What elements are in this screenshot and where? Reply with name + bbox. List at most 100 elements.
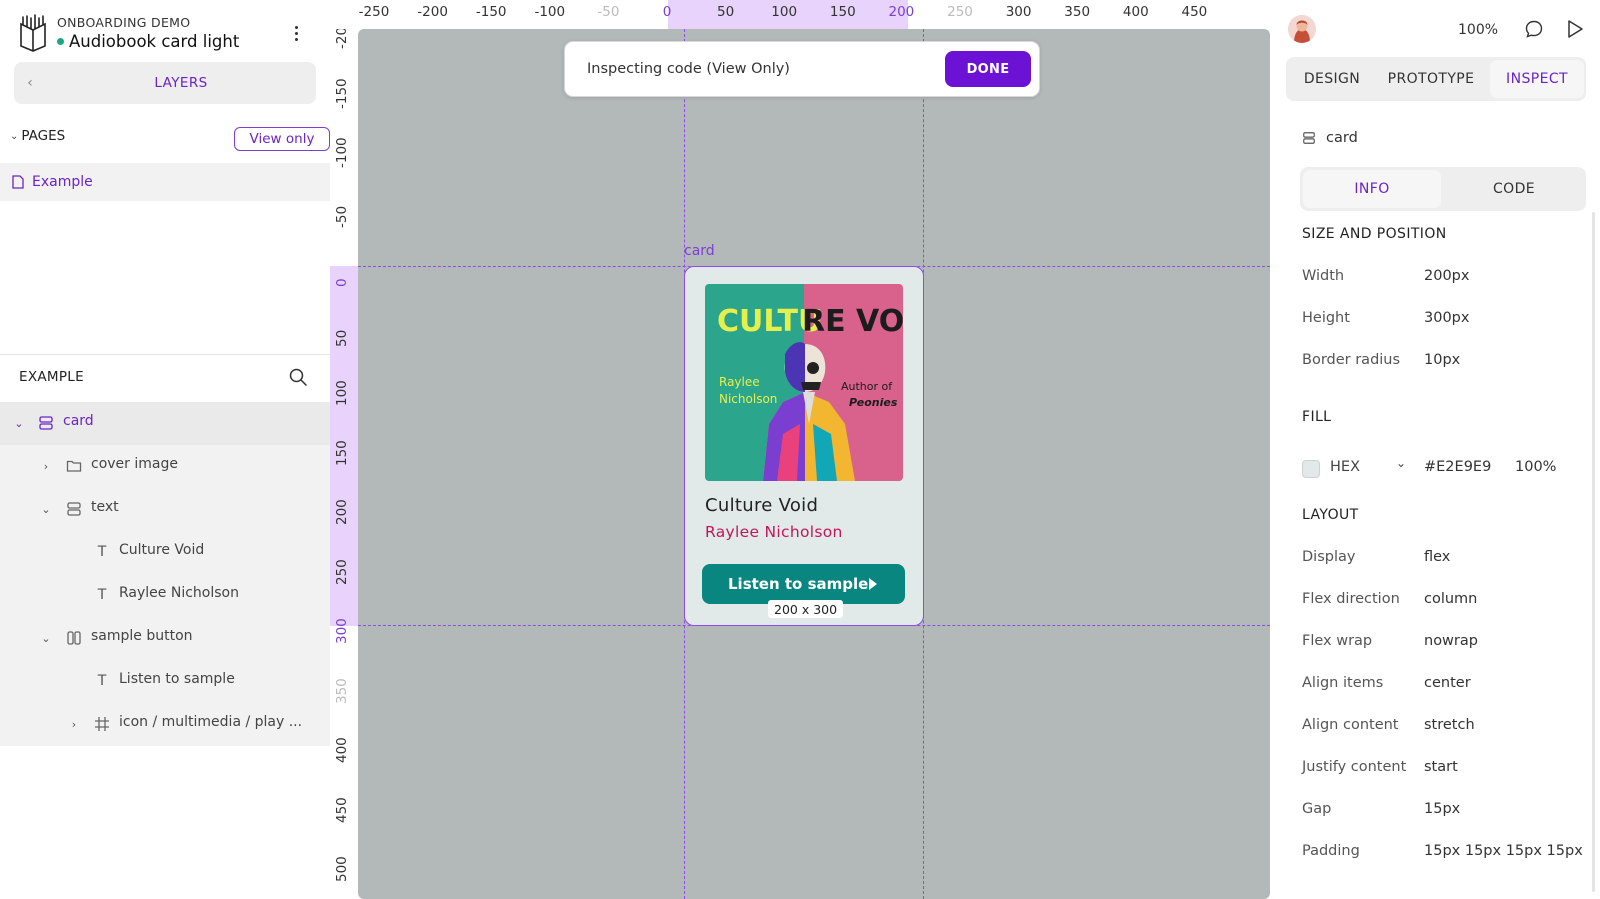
prop-flex-wrap: Flex wrap nowrap <box>1302 633 1592 653</box>
prop-key: Align items <box>1302 675 1384 691</box>
page-item-example[interactable]: Example <box>0 163 330 201</box>
cover-note-a: Author of <box>841 380 893 393</box>
text-icon: T <box>97 587 107 603</box>
layer-row-sample-button[interactable]: ⌄ sample button <box>0 617 330 660</box>
chevron-down-icon: ⌄ <box>10 130 19 142</box>
prop-value: start <box>1424 759 1458 775</box>
layers-bar: ‹ LAYERS <box>14 62 316 104</box>
play-icon[interactable] <box>1566 19 1584 39</box>
layer-row-listen-to-sample[interactable]: T Listen to sample <box>0 660 330 703</box>
chevron-down-icon[interactable]: ⌄ <box>40 632 52 645</box>
ruler-label: -100 <box>534 4 566 20</box>
size-tag: 200 x 300 <box>768 600 844 618</box>
prop-key: Width <box>1302 268 1345 284</box>
text-icon: T <box>97 544 107 560</box>
board-icon <box>1303 132 1315 144</box>
tab-design[interactable]: DESIGN <box>1288 60 1376 98</box>
layer-row-label: cover image <box>91 456 178 472</box>
ruler-label: -100 <box>334 137 350 168</box>
board-icon <box>39 416 53 430</box>
tab-code[interactable]: CODE <box>1445 170 1583 208</box>
main-tabs: DESIGN PROTOTYPE INSPECT <box>1286 57 1586 101</box>
layer-row-label: Listen to sample <box>119 671 235 687</box>
prop-display: Display flex <box>1302 549 1592 569</box>
project-icon <box>20 14 46 52</box>
prop-value: 15px 15px 15px 15px <box>1424 843 1583 859</box>
chevron-right-icon[interactable]: › <box>40 460 52 473</box>
cover-author-b: Nicholson <box>719 392 777 406</box>
chevron-down-icon[interactable]: ⌄ <box>40 503 52 516</box>
layer-row-play-icon[interactable]: › icon / multimedia / play ... <box>0 703 330 746</box>
audiobook-card[interactable]: CULTU RE VOID Raylee Nicholson Author of… <box>684 266 924 626</box>
comment-icon[interactable] <box>1524 19 1544 39</box>
prop-key: Flex wrap <box>1302 633 1373 649</box>
ruler-label: 100 <box>771 4 798 20</box>
listen-to-sample-button[interactable]: Listen to sample <box>702 564 905 604</box>
card-title: Culture Void <box>705 495 819 516</box>
horizontal-ruler: -250 -200 -150 -100 -50 0 50 100 150 200 250 300 350… <box>330 0 1270 29</box>
tab-info[interactable]: INFO <box>1303 170 1441 208</box>
prop-align-content: Align content stretch <box>1302 717 1592 737</box>
pages-toggle[interactable]: ⌄ PAGES <box>10 128 65 144</box>
ruler-label: -200 <box>417 4 448 20</box>
chevron-down-icon[interactable]: ⌄ <box>13 417 25 430</box>
divider <box>0 354 330 355</box>
fill-hex: #E2E9E9 <box>1424 459 1492 475</box>
layer-row-label: Culture Void <box>119 542 205 558</box>
search-icon[interactable] <box>288 367 308 387</box>
layer-row-culture-void[interactable]: T Culture Void <box>0 531 330 574</box>
zoom-level[interactable]: 100% <box>1458 22 1498 38</box>
ruler-label: -150 <box>334 77 350 109</box>
prop-border-radius: Border radius 10px <box>1302 352 1592 372</box>
tab-inspect[interactable]: INSPECT <box>1490 60 1584 98</box>
cover-image: CULTU RE VOID Raylee Nicholson Author of… <box>705 284 903 481</box>
status-dot <box>57 38 64 45</box>
frame-icon <box>95 717 109 731</box>
ruler-label: 50 <box>334 329 350 347</box>
prop-value: column <box>1424 591 1478 607</box>
layer-row-label: text <box>91 499 119 515</box>
chevron-right-icon[interactable]: › <box>68 718 80 731</box>
ruler-label: 400 <box>1122 4 1149 20</box>
project-title: Audiobook card light <box>57 32 239 51</box>
back-arrow-icon[interactable]: ‹ <box>14 62 46 104</box>
layout-title: LAYOUT <box>1302 507 1359 523</box>
layer-row-label: icon / multimedia / play ... <box>119 714 303 730</box>
fill-row: HEX ⌄ #E2E9E9 100% <box>1302 456 1592 480</box>
prop-value: 15px <box>1424 801 1461 817</box>
ruler-label: 150 <box>334 439 350 466</box>
folder-icon <box>66 460 82 472</box>
kebab-menu-icon[interactable] <box>288 22 304 44</box>
ruler-label: -200 <box>334 29 350 49</box>
chevron-down-icon[interactable]: ⌄ <box>1396 456 1406 470</box>
ruler-label: -50 <box>597 4 620 20</box>
ruler-label: 400 <box>334 737 350 763</box>
prop-value: 300px <box>1424 310 1470 326</box>
layer-row-cover-image[interactable]: › cover image <box>0 445 330 488</box>
design-canvas[interactable]: Inspecting code (View Only) DONE card CU… <box>358 29 1270 899</box>
done-button[interactable]: DONE <box>945 51 1031 87</box>
layer-row-raylee-nicholson[interactable]: T Raylee Nicholson <box>0 574 330 617</box>
prop-value: stretch <box>1424 717 1475 733</box>
color-swatch[interactable] <box>1302 460 1320 478</box>
layer-row-card[interactable]: ⌄ card <box>0 402 330 445</box>
layer-row-text[interactable]: ⌄ text <box>0 488 330 531</box>
ruler-label: 250 <box>334 558 350 585</box>
layers-tab[interactable]: LAYERS <box>48 64 314 102</box>
tab-prototype[interactable]: PROTOTYPE <box>1378 60 1484 98</box>
prop-value: nowrap <box>1424 633 1478 649</box>
ruler-label: 300 <box>334 618 350 644</box>
ruler-label: 350 <box>334 677 350 704</box>
ruler-label: 100 <box>334 380 350 406</box>
avatar[interactable] <box>1288 15 1316 43</box>
board-icon <box>67 502 81 516</box>
card-author: Raylee Nicholson <box>705 523 843 541</box>
layer-row-label: card <box>63 413 94 429</box>
ruler-label: 450 <box>334 796 350 823</box>
panel-scrollbar[interactable] <box>1592 212 1595 892</box>
ruler-label: 450 <box>1181 4 1208 20</box>
ruler-label: 500 <box>334 856 350 882</box>
fill-mode: HEX <box>1330 459 1360 475</box>
ruler-label: -150 <box>475 4 507 20</box>
pages-label: PAGES <box>21 128 66 144</box>
